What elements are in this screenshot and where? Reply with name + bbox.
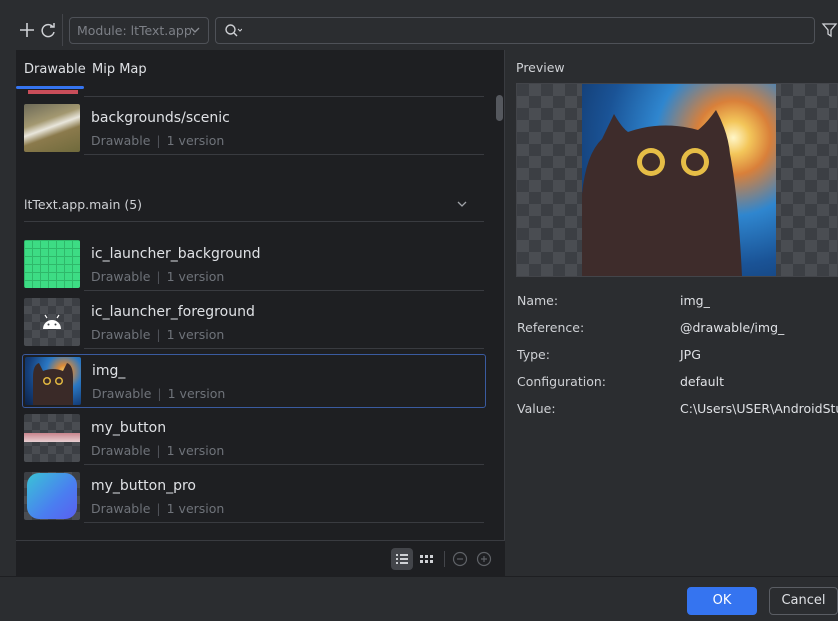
prop-key-reference: Reference: xyxy=(517,320,585,335)
add-icon[interactable] xyxy=(17,20,37,40)
scrollbar-thumb[interactable] xyxy=(496,95,503,121)
list-item-img[interactable]: img_ Drawable | 1 version xyxy=(22,354,486,408)
zoom-in-icon[interactable] xyxy=(473,548,495,570)
button-pro-shape xyxy=(27,473,77,519)
prop-key-value: Value: xyxy=(517,401,556,416)
divider xyxy=(84,464,484,465)
preview-panel: Preview Name: img_ Reference: @drawable/… xyxy=(505,50,838,576)
cat-image xyxy=(33,363,73,405)
prop-value-reference: @drawable/img_ xyxy=(680,320,785,335)
thumbnail-my-button-pro xyxy=(24,472,80,520)
prop-key-name: Name: xyxy=(517,293,559,308)
toolbar-divider xyxy=(62,14,63,46)
prop-value-type: JPG xyxy=(680,347,701,362)
divider xyxy=(84,290,484,291)
active-tab-indicator xyxy=(16,86,84,89)
preview-image-area xyxy=(516,83,838,277)
resource-list-panel: Drawable Mip Map backgrounds/scenic Draw… xyxy=(16,50,505,576)
list-item-my-button-pro[interactable]: my_button_pro Drawable | 1 version xyxy=(22,470,486,524)
list-view-icon[interactable] xyxy=(391,548,413,570)
prop-key-configuration: Configuration: xyxy=(517,374,606,389)
divider xyxy=(84,522,484,523)
search-icon xyxy=(224,23,243,43)
thumbnail-launcher-foreground xyxy=(24,298,80,346)
preview-label: Preview xyxy=(516,60,565,75)
search-input[interactable] xyxy=(215,17,815,44)
prop-value-configuration: default xyxy=(680,374,724,389)
resource-name: my_button_pro xyxy=(91,478,196,494)
resource-name: backgrounds/scenic xyxy=(91,110,230,126)
divider xyxy=(24,221,484,222)
resource-name: ic_launcher_foreground xyxy=(91,304,255,320)
prop-value-name: img_ xyxy=(680,293,710,308)
resource-meta: Drawable | 1 version xyxy=(91,501,225,516)
chevron-down-icon[interactable] xyxy=(456,198,468,213)
list-item-ic-launcher-background[interactable]: ic_launcher_background Drawable | 1 versio… xyxy=(22,238,486,292)
divider xyxy=(84,96,484,97)
grid-view-icon[interactable] xyxy=(416,548,438,570)
preview-image xyxy=(582,84,776,276)
module-label: Module: ltText.app. xyxy=(77,23,196,38)
divider xyxy=(84,348,484,349)
resource-name: img_ xyxy=(92,363,126,379)
group-header[interactable]: ltText.app.main (5) xyxy=(24,197,142,212)
divider xyxy=(84,154,484,155)
chevron-down-icon xyxy=(190,18,200,43)
cat-image xyxy=(582,110,742,276)
resource-meta: Drawable | 1 version xyxy=(92,386,226,401)
thumbnail-scenic xyxy=(24,104,80,152)
list-item-my-button[interactable]: my_button Drawable | 1 version xyxy=(22,412,486,466)
list-item-backgrounds-scenic[interactable]: backgrounds/scenic Drawable | 1 version xyxy=(22,102,486,156)
filter-icon[interactable] xyxy=(821,20,838,40)
list-item-ic-launcher-foreground[interactable]: ic_launcher_foreground Drawable | 1 versio… xyxy=(22,296,486,350)
resource-meta: Drawable | 1 version xyxy=(91,443,225,458)
dialog-footer: OK Cancel xyxy=(0,576,838,621)
resource-meta: Drawable | 1 version xyxy=(91,133,225,148)
partial-thumbnail xyxy=(28,90,78,94)
prop-value-value: C:\Users\USER\AndroidStu... xyxy=(680,401,838,416)
android-icon xyxy=(43,314,61,329)
thumbnail-my-button xyxy=(24,414,80,462)
tab-drawable[interactable]: Drawable xyxy=(24,62,86,77)
button-shape xyxy=(24,433,80,442)
resource-meta: Drawable | 1 version xyxy=(91,269,225,284)
cancel-button[interactable]: Cancel xyxy=(769,587,838,615)
ok-button[interactable]: OK xyxy=(687,587,757,615)
thumbnail-launcher-background xyxy=(24,240,80,288)
resource-meta: Drawable | 1 version xyxy=(91,327,225,342)
list-bottom-bar xyxy=(16,540,505,576)
resource-name: ic_launcher_background xyxy=(91,246,261,262)
resource-name: my_button xyxy=(91,420,167,436)
module-dropdown[interactable]: Module: ltText.app. xyxy=(69,17,209,44)
zoom-out-icon[interactable] xyxy=(449,548,471,570)
resource-list[interactable]: backgrounds/scenic Drawable | 1 version lt… xyxy=(16,90,494,538)
bottom-bar-divider xyxy=(444,551,445,567)
refresh-icon[interactable] xyxy=(38,20,58,40)
tab-mip-map[interactable]: Mip Map xyxy=(92,62,147,77)
thumbnail-img xyxy=(25,357,81,405)
prop-key-type: Type: xyxy=(517,347,550,362)
